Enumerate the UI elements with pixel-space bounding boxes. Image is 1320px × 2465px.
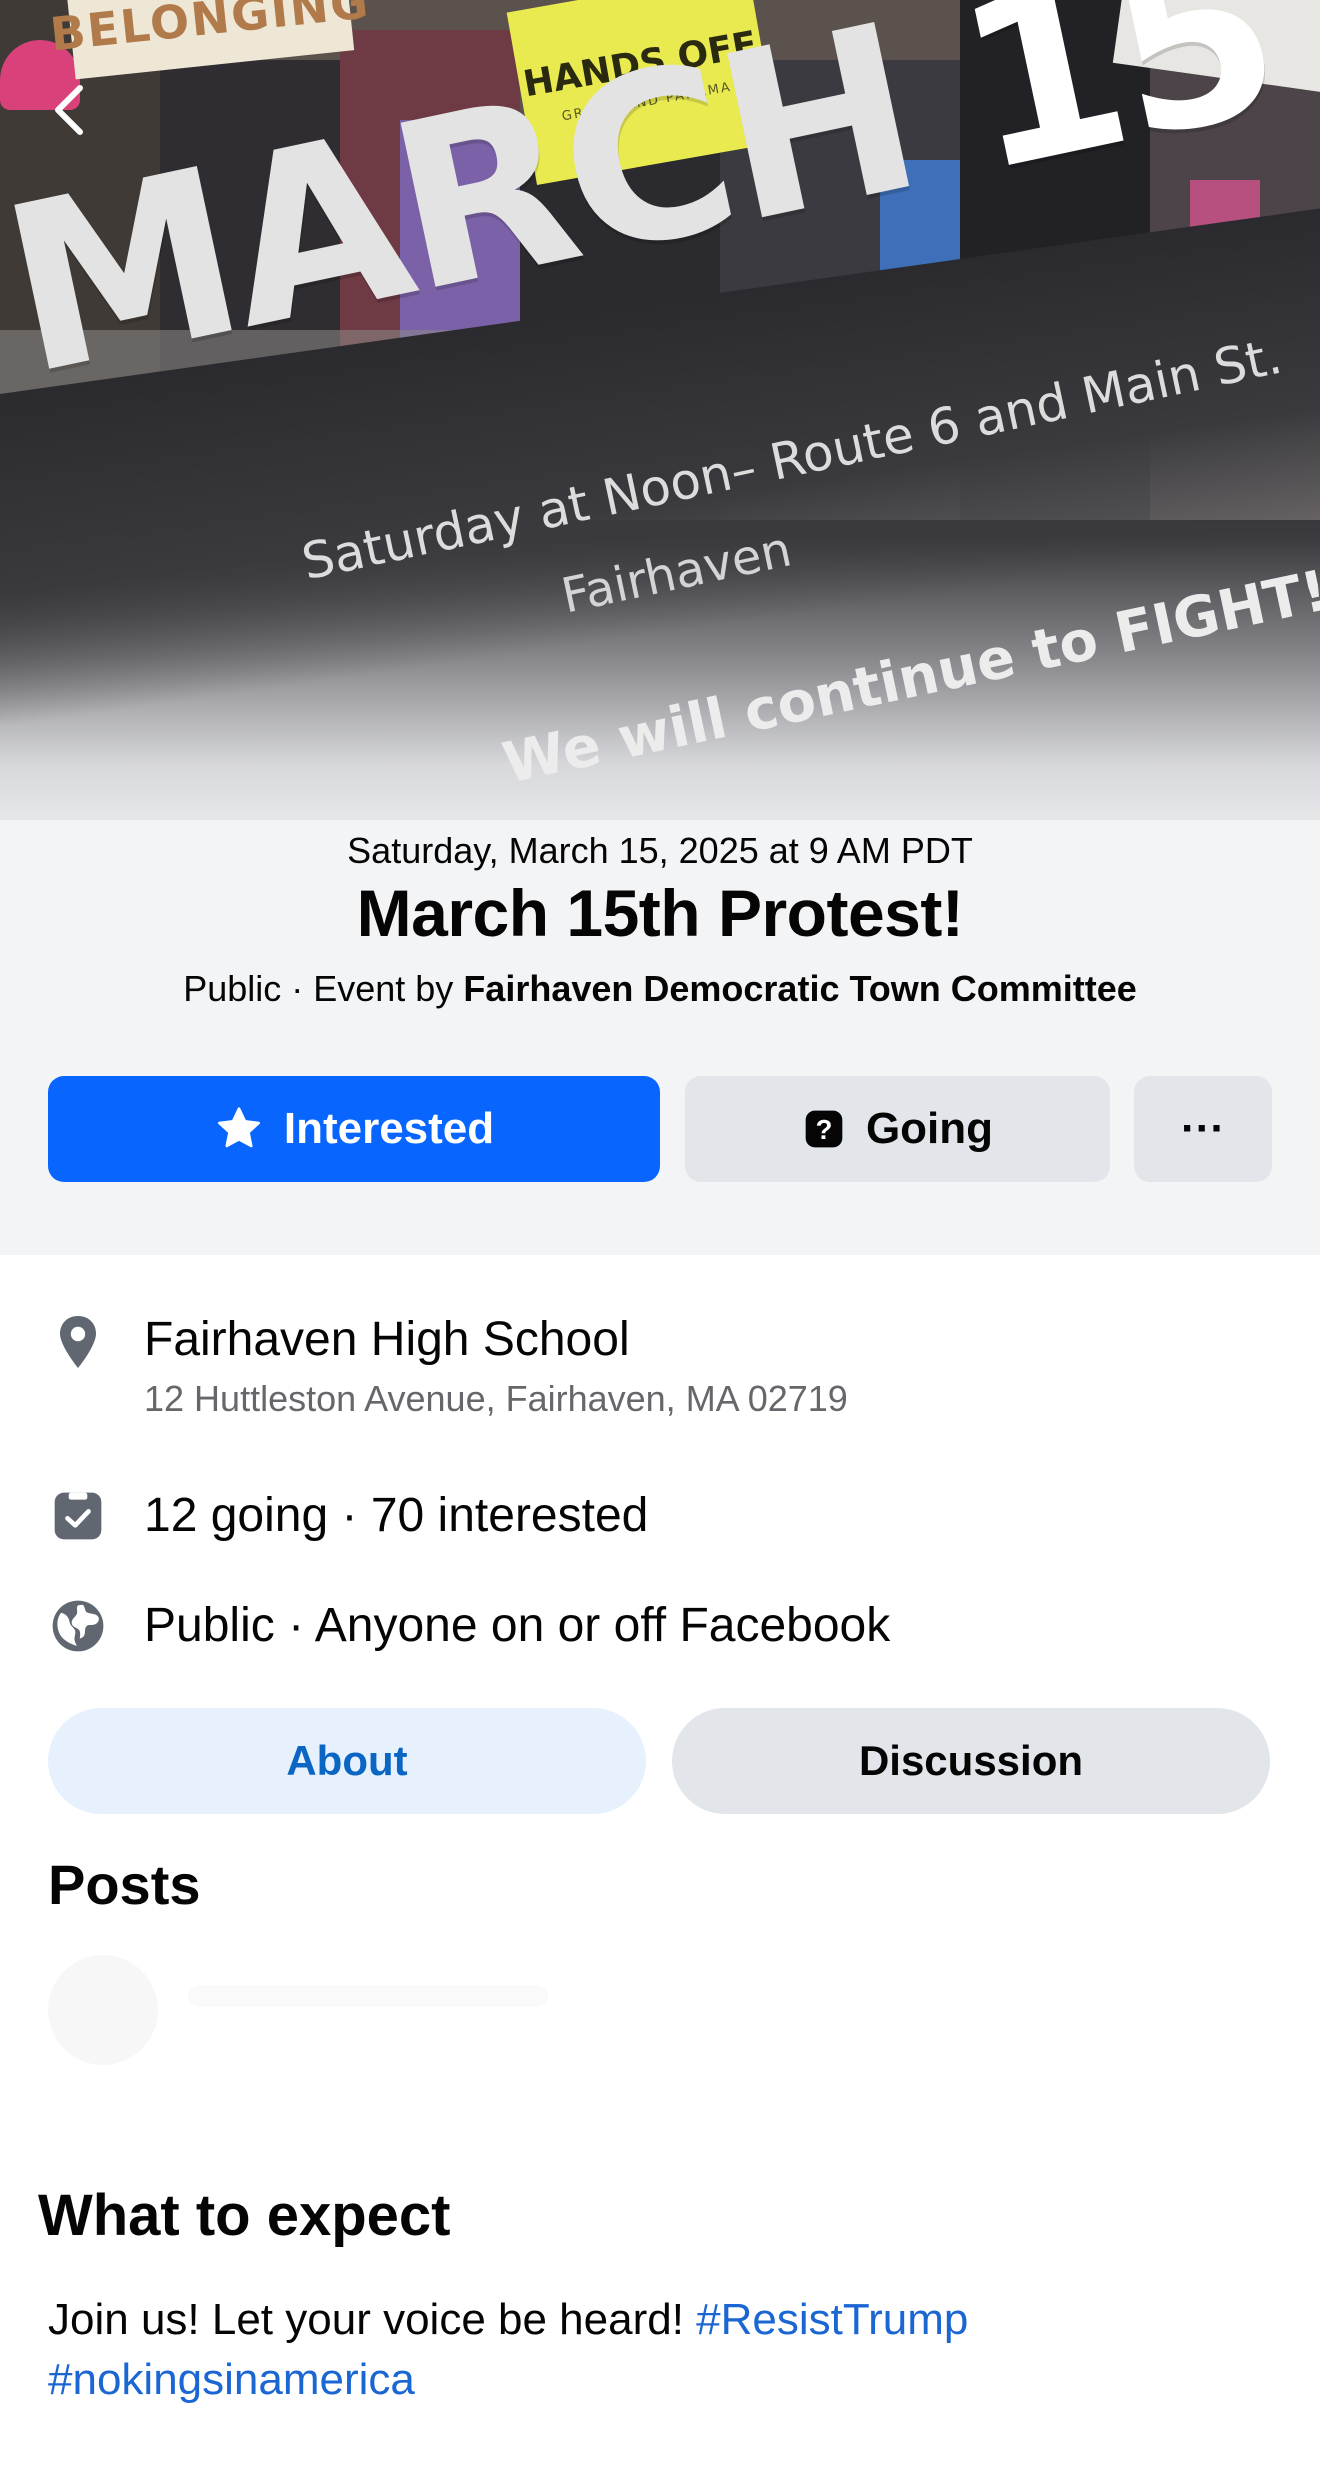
- star-icon: [217, 1107, 260, 1148]
- event-cover-photo[interactable]: BELONGING HANDS OFF GREENLAND PANAMA MAR…: [0, 0, 1320, 870]
- description-text: Join us! Let your voice be heard!: [48, 2295, 697, 2344]
- globe-icon: [48, 1596, 108, 1656]
- question-icon: ?: [805, 1110, 843, 1148]
- event-date: Saturday, March 15, 2025 at 9 AM PDT: [347, 830, 973, 871]
- location-address: 12 Huttleston Avenue, Fairhaven, MA 0271…: [144, 1378, 848, 1419]
- more-icon: ···: [1181, 1104, 1225, 1153]
- going-button[interactable]: ? Going: [685, 1076, 1110, 1182]
- attendance-count: 12 going · 70 interested: [144, 1489, 649, 1542]
- interested-button[interactable]: Interested: [48, 1076, 660, 1182]
- hashtag-resisttrump-link[interactable]: #ResistTrump: [696, 2295, 968, 2344]
- calendar-check-icon: [48, 1486, 108, 1546]
- event-description: Join us! Let your voice be heard! #Resis…: [48, 2290, 1228, 2410]
- privacy-row: Public · Anyone on or off Facebook: [48, 1596, 890, 1656]
- privacy-text: Public · Anyone on or off Facebook: [144, 1599, 891, 1652]
- more-options-button[interactable]: ···: [1134, 1076, 1272, 1182]
- posts-heading: Posts: [48, 1853, 201, 1916]
- tab-discussion[interactable]: Discussion: [672, 1708, 1270, 1814]
- back-button[interactable]: [40, 70, 100, 150]
- what-to-expect-heading: What to expect: [38, 2183, 451, 2248]
- event-host-line: Public · Event by Fairhaven Democratic T…: [0, 968, 1320, 1010]
- svg-text:?: ?: [816, 1114, 833, 1145]
- location-row[interactable]: Fairhaven High School 12 Huttleston Aven…: [48, 1312, 848, 1420]
- event-privacy-prefix: Public · Event by: [183, 968, 464, 1009]
- posts-loading-placeholder: [48, 1955, 1272, 2075]
- attendance-row[interactable]: 12 going · 70 interested: [48, 1486, 648, 1546]
- chevron-left-icon: [55, 85, 83, 135]
- event-host-link[interactable]: Fairhaven Democratic Town Committee: [463, 968, 1137, 1009]
- event-title: March 15th Protest!: [356, 876, 964, 950]
- placeholder-avatar: [48, 1955, 158, 2065]
- placeholder-line: [188, 1985, 548, 2007]
- interested-label: Interested: [283, 1104, 495, 1153]
- going-label: Going: [865, 1104, 994, 1153]
- location-name: Fairhaven High School: [144, 1313, 630, 1366]
- hashtag-nokingsinamerica-link[interactable]: #nokingsinamerica: [48, 2355, 415, 2404]
- tab-about[interactable]: About: [48, 1708, 646, 1814]
- location-pin-icon: [48, 1312, 108, 1372]
